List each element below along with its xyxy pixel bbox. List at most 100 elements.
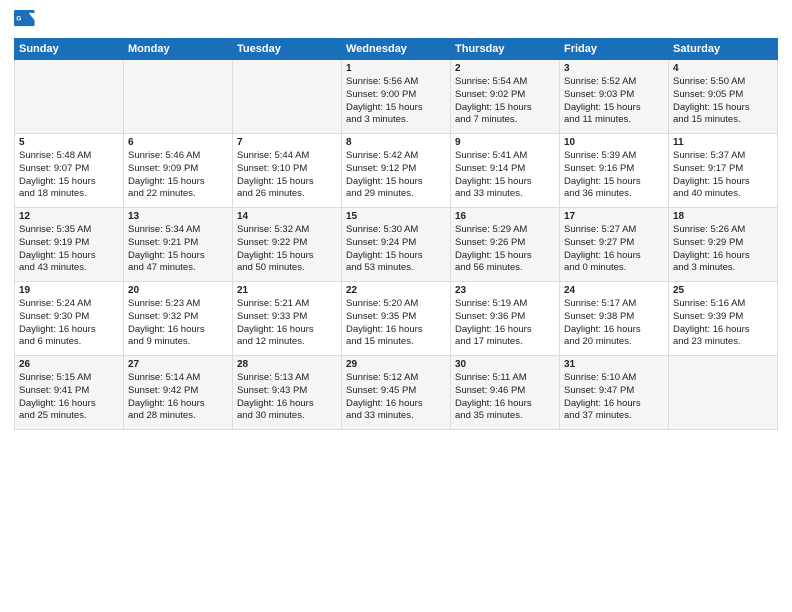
day-cell: 25Sunrise: 5:16 AMSunset: 9:39 PMDayligh… (669, 282, 778, 356)
day-info-line: Sunset: 9:36 PM (455, 311, 555, 324)
day-info-line: Sunset: 9:22 PM (237, 237, 337, 250)
day-info-line: Sunset: 9:09 PM (128, 163, 228, 176)
day-cell: 15Sunrise: 5:30 AMSunset: 9:24 PMDayligh… (342, 208, 451, 282)
day-info-line: and 22 minutes. (128, 188, 228, 201)
day-cell: 9Sunrise: 5:41 AMSunset: 9:14 PMDaylight… (451, 134, 560, 208)
day-number: 13 (128, 211, 228, 222)
day-number: 21 (237, 285, 337, 296)
day-number: 10 (564, 137, 664, 148)
day-number: 27 (128, 359, 228, 370)
logo-icon: G (14, 10, 36, 32)
week-row-5: 26Sunrise: 5:15 AMSunset: 9:41 PMDayligh… (15, 356, 778, 430)
day-info-line: Daylight: 15 hours (673, 102, 773, 115)
day-info-line: and 0 minutes. (564, 262, 664, 275)
day-info-line: and 36 minutes. (564, 188, 664, 201)
day-number: 25 (673, 285, 773, 296)
day-info-line: Sunrise: 5:16 AM (673, 298, 773, 311)
weekday-header-saturday: Saturday (669, 39, 778, 60)
day-info-line: Sunset: 9:07 PM (19, 163, 119, 176)
day-info-line: Sunrise: 5:39 AM (564, 150, 664, 163)
day-cell (124, 60, 233, 134)
day-cell: 11Sunrise: 5:37 AMSunset: 9:17 PMDayligh… (669, 134, 778, 208)
day-number: 4 (673, 63, 773, 74)
day-info-line: Sunrise: 5:34 AM (128, 224, 228, 237)
day-info-line: Sunset: 9:03 PM (564, 89, 664, 102)
day-cell: 28Sunrise: 5:13 AMSunset: 9:43 PMDayligh… (233, 356, 342, 430)
day-cell: 23Sunrise: 5:19 AMSunset: 9:36 PMDayligh… (451, 282, 560, 356)
day-info-line: Sunrise: 5:52 AM (564, 76, 664, 89)
day-info-line: Sunset: 9:32 PM (128, 311, 228, 324)
day-info-line: and 25 minutes. (19, 410, 119, 423)
day-info-line: and 43 minutes. (19, 262, 119, 275)
day-info-line: Sunrise: 5:41 AM (455, 150, 555, 163)
day-info-line: Sunrise: 5:20 AM (346, 298, 446, 311)
day-info-line: Daylight: 15 hours (346, 176, 446, 189)
day-info-line: Sunset: 9:26 PM (455, 237, 555, 250)
day-info-line: Daylight: 15 hours (19, 250, 119, 263)
day-info-line: Sunrise: 5:44 AM (237, 150, 337, 163)
day-info-line: Daylight: 15 hours (673, 176, 773, 189)
day-number: 18 (673, 211, 773, 222)
day-cell: 4Sunrise: 5:50 AMSunset: 9:05 PMDaylight… (669, 60, 778, 134)
day-info-line: Sunset: 9:39 PM (673, 311, 773, 324)
week-row-3: 12Sunrise: 5:35 AMSunset: 9:19 PMDayligh… (15, 208, 778, 282)
day-info-line: and 26 minutes. (237, 188, 337, 201)
day-info-line: Sunset: 9:35 PM (346, 311, 446, 324)
day-info-line: Sunrise: 5:32 AM (237, 224, 337, 237)
day-info-line: Sunset: 9:24 PM (346, 237, 446, 250)
day-info-line: Sunset: 9:17 PM (673, 163, 773, 176)
day-info-line: Sunset: 9:46 PM (455, 385, 555, 398)
day-info-line: Daylight: 16 hours (237, 398, 337, 411)
day-info-line: Sunrise: 5:15 AM (19, 372, 119, 385)
day-cell: 20Sunrise: 5:23 AMSunset: 9:32 PMDayligh… (124, 282, 233, 356)
week-row-2: 5Sunrise: 5:48 AMSunset: 9:07 PMDaylight… (15, 134, 778, 208)
day-cell: 21Sunrise: 5:21 AMSunset: 9:33 PMDayligh… (233, 282, 342, 356)
weekday-header-row: SundayMondayTuesdayWednesdayThursdayFrid… (15, 39, 778, 60)
day-number: 2 (455, 63, 555, 74)
day-info-line: and 28 minutes. (128, 410, 228, 423)
day-info-line: Sunset: 9:29 PM (673, 237, 773, 250)
day-info-line: Daylight: 16 hours (19, 324, 119, 337)
day-info-line: and 3 minutes. (673, 262, 773, 275)
day-cell: 14Sunrise: 5:32 AMSunset: 9:22 PMDayligh… (233, 208, 342, 282)
day-number: 12 (19, 211, 119, 222)
day-number: 19 (19, 285, 119, 296)
day-number: 24 (564, 285, 664, 296)
day-info-line: Daylight: 16 hours (564, 324, 664, 337)
header: G (14, 10, 778, 32)
day-info-line: Sunrise: 5:35 AM (19, 224, 119, 237)
day-number: 6 (128, 137, 228, 148)
day-info-line: Sunrise: 5:13 AM (237, 372, 337, 385)
weekday-header-monday: Monday (124, 39, 233, 60)
day-number: 30 (455, 359, 555, 370)
day-info-line: Sunrise: 5:29 AM (455, 224, 555, 237)
day-info-line: Daylight: 15 hours (564, 102, 664, 115)
svg-text:G: G (16, 15, 21, 22)
day-info-line: Sunset: 9:43 PM (237, 385, 337, 398)
day-info-line: Sunrise: 5:17 AM (564, 298, 664, 311)
day-info-line: Sunset: 9:05 PM (673, 89, 773, 102)
weekday-header-wednesday: Wednesday (342, 39, 451, 60)
day-number: 3 (564, 63, 664, 74)
day-info-line: Sunrise: 5:48 AM (19, 150, 119, 163)
day-info-line: Daylight: 15 hours (346, 102, 446, 115)
day-info-line: and 3 minutes. (346, 114, 446, 127)
day-info-line: Sunset: 9:12 PM (346, 163, 446, 176)
day-info-line: and 56 minutes. (455, 262, 555, 275)
weekday-header-sunday: Sunday (15, 39, 124, 60)
day-cell: 18Sunrise: 5:26 AMSunset: 9:29 PMDayligh… (669, 208, 778, 282)
day-number: 14 (237, 211, 337, 222)
day-info-line: and 11 minutes. (564, 114, 664, 127)
day-info-line: and 29 minutes. (346, 188, 446, 201)
day-number: 23 (455, 285, 555, 296)
day-cell: 5Sunrise: 5:48 AMSunset: 9:07 PMDaylight… (15, 134, 124, 208)
day-number: 20 (128, 285, 228, 296)
day-cell: 19Sunrise: 5:24 AMSunset: 9:30 PMDayligh… (15, 282, 124, 356)
day-cell: 10Sunrise: 5:39 AMSunset: 9:16 PMDayligh… (560, 134, 669, 208)
day-number: 15 (346, 211, 446, 222)
day-info-line: and 35 minutes. (455, 410, 555, 423)
day-info-line: Daylight: 15 hours (237, 176, 337, 189)
day-cell: 26Sunrise: 5:15 AMSunset: 9:41 PMDayligh… (15, 356, 124, 430)
day-cell: 1Sunrise: 5:56 AMSunset: 9:00 PMDaylight… (342, 60, 451, 134)
day-info-line: Sunset: 9:47 PM (564, 385, 664, 398)
